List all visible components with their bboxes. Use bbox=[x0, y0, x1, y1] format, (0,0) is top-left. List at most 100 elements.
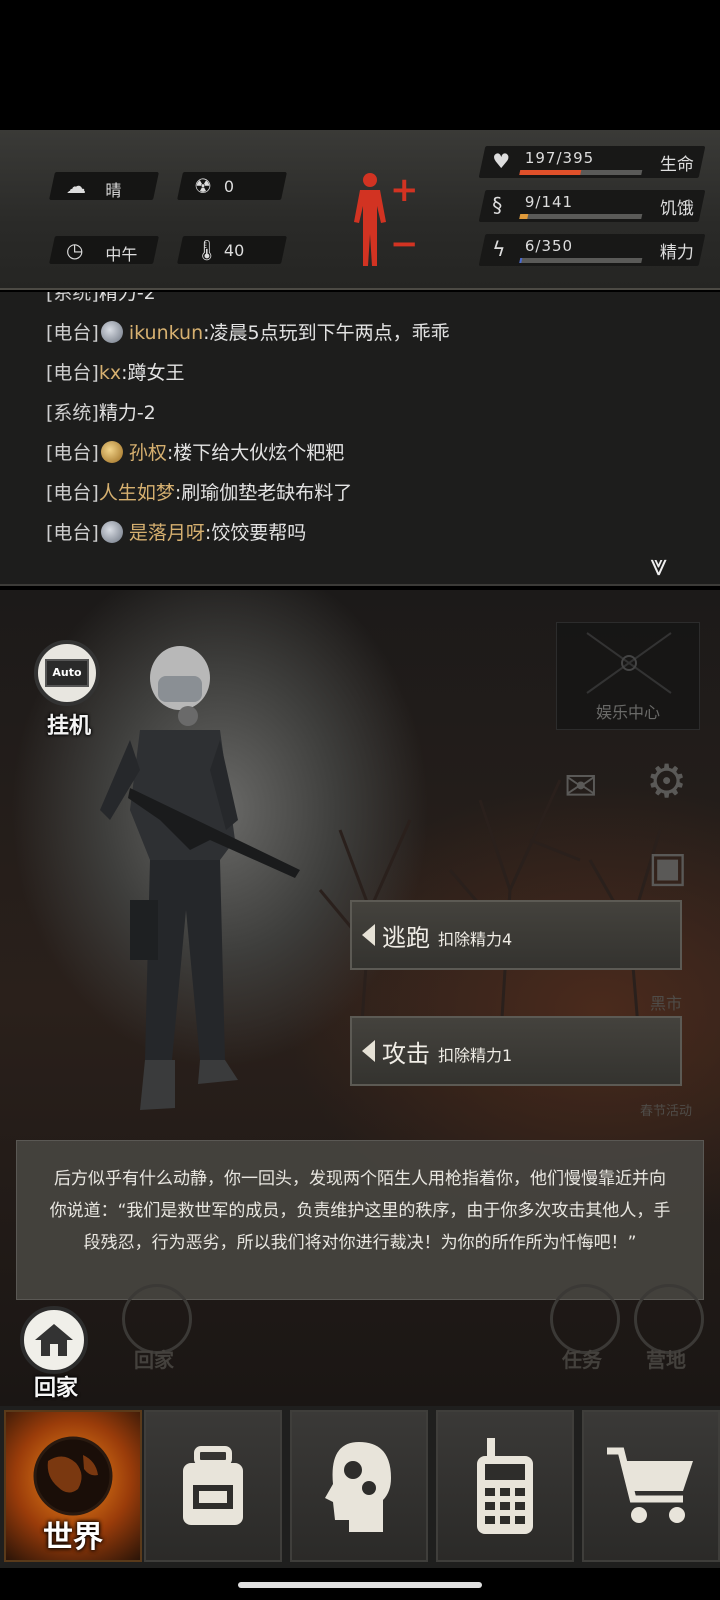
entertainment-label: 娱乐中心 bbox=[595, 703, 660, 722]
attack-button[interactable]: 攻击 扣除精力1 bbox=[350, 1016, 682, 1086]
chat-line: [电台]kx:蹲女王 bbox=[46, 358, 184, 385]
nav-backpack[interactable] bbox=[144, 1410, 282, 1562]
walkie-talkie-icon bbox=[477, 1438, 533, 1534]
stat-bar bbox=[519, 258, 643, 263]
ghost-task-label: 任务 bbox=[562, 1348, 602, 1372]
stat-fill bbox=[519, 258, 523, 263]
nav-skills[interactable] bbox=[290, 1410, 428, 1562]
chat-message: :蹲女王 bbox=[121, 362, 185, 384]
shopping-cart-icon bbox=[607, 1447, 693, 1523]
black-market-label[interactable]: 黑市 bbox=[650, 990, 682, 1014]
entertainment-icon bbox=[586, 632, 672, 694]
action-title: 逃跑 bbox=[382, 924, 430, 952]
nav-shop[interactable] bbox=[582, 1410, 720, 1562]
home-label: 回家 bbox=[33, 1376, 78, 1401]
stat-bar bbox=[519, 170, 643, 175]
heart-pulse-icon: ♥ bbox=[492, 149, 511, 173]
stat-bar bbox=[519, 214, 643, 219]
home-indicator-bar[interactable] bbox=[238, 1582, 482, 1588]
chat-message: :刷瑜伽垫老缺布料了 bbox=[174, 482, 353, 504]
auto-screen: Auto bbox=[45, 659, 89, 687]
ghost-camp-label: 营地 bbox=[646, 1348, 686, 1372]
go-home-button[interactable]: 回家 bbox=[20, 1306, 92, 1402]
chat-username[interactable]: 孙权 bbox=[129, 442, 167, 464]
plus-icon[interactable]: + bbox=[390, 170, 419, 210]
chat-tag: [电台] bbox=[46, 322, 99, 344]
entertainment-center-button[interactable]: 娱乐中心 bbox=[556, 622, 700, 730]
chat-message: :饺饺要帮吗 bbox=[204, 522, 307, 544]
weather-text: 晴 bbox=[105, 181, 122, 200]
nav-world-label: 世界 bbox=[43, 1520, 103, 1555]
minus-icon[interactable]: − bbox=[390, 224, 419, 264]
left-arrow-icon bbox=[362, 924, 375, 946]
action-cost: 扣除精力1 bbox=[438, 1046, 513, 1065]
silver-badge-icon bbox=[100, 321, 123, 343]
chat-line: [电台] 孙权:楼下给大伙炫个粑粑 bbox=[46, 438, 344, 465]
stat-name: 生命 bbox=[659, 155, 694, 175]
chat-username[interactable]: 是落月呀 bbox=[129, 522, 205, 544]
thermometer-icon: 🌡 bbox=[194, 238, 220, 262]
action-cost: 扣除精力4 bbox=[438, 930, 513, 949]
radiation-text: 0 bbox=[223, 177, 235, 196]
action-title: 攻击 bbox=[382, 1040, 430, 1068]
status-panel: ☁ 晴 ☢ 0 ◷ 中午 🌡 40 + − ♥ 197/395 生命 § 9/1… bbox=[0, 130, 720, 290]
chat-tag: [电台] bbox=[46, 482, 99, 504]
chat-line: [电台] 是落月呀:饺饺要帮吗 bbox=[46, 518, 306, 545]
stat-value: 197/395 bbox=[524, 149, 595, 167]
chat-tag: [电台] bbox=[46, 442, 99, 464]
chat-message: :凌晨5点玩到下午两点，乖乖 bbox=[203, 322, 450, 344]
stat-health: ♥ 197/395 生命 bbox=[478, 146, 706, 178]
temperature-box: 🌡 40 bbox=[177, 236, 287, 264]
chat-message: :楼下给大伙炫个粑粑 bbox=[166, 442, 345, 464]
spring-event-label[interactable]: 春节活动 bbox=[640, 1100, 692, 1119]
head-gears-icon bbox=[325, 1442, 391, 1532]
stat-name: 精力 bbox=[659, 243, 694, 263]
mail-icon[interactable]: ✉ bbox=[564, 764, 598, 810]
chat-message: 精力-2 bbox=[98, 292, 156, 304]
ghost-home-label: 回家 bbox=[134, 1348, 174, 1372]
stat-value: 6/350 bbox=[524, 237, 574, 255]
bottom-nav: 世界 bbox=[0, 1406, 720, 1568]
silver-badge-icon bbox=[100, 521, 123, 543]
house-icon bbox=[20, 1306, 88, 1374]
stat-hunger: § 9/141 饥饿 bbox=[478, 190, 706, 222]
chat-log[interactable]: [系统]精力-2 [电台] ikunkun:凌晨5点玩到下午两点，乖乖 [电台]kx:… bbox=[0, 292, 720, 586]
cloud-sun-icon: ☁ bbox=[66, 174, 86, 198]
stat-value: 9/141 bbox=[524, 193, 574, 211]
stomach-icon: § bbox=[492, 193, 503, 217]
chat-line: [系统]精力-2 bbox=[46, 292, 156, 305]
chat-username[interactable]: kx bbox=[99, 362, 121, 384]
chat-tag: [系统] bbox=[46, 292, 99, 304]
stat-energy: ϟ 6/350 精力 bbox=[478, 234, 706, 266]
chat-tag: [电台] bbox=[46, 362, 99, 384]
radiation-icon: ☢ bbox=[194, 174, 212, 198]
chat-username[interactable]: 人生如梦 bbox=[99, 482, 175, 504]
backpack-icon bbox=[183, 1446, 243, 1525]
nav-world[interactable]: 世界 bbox=[4, 1410, 142, 1562]
chat-line: [系统]精力-2 bbox=[46, 398, 156, 425]
energy-head-icon: ϟ bbox=[492, 237, 506, 261]
chat-tag: [系统] bbox=[46, 402, 99, 424]
flee-button[interactable]: 逃跑 扣除精力4 bbox=[350, 900, 682, 970]
gear-icon[interactable]: ⚙ bbox=[646, 754, 687, 808]
stat-fill bbox=[519, 214, 529, 219]
chat-username[interactable]: ikunkun bbox=[129, 322, 203, 344]
collapse-chevron-icon[interactable]: ⩔ bbox=[650, 548, 667, 583]
chat-message: 精力-2 bbox=[98, 402, 156, 424]
time-box: ◷ 中午 bbox=[49, 236, 159, 264]
radiation-box: ☢ 0 bbox=[177, 172, 287, 200]
stat-fill bbox=[519, 170, 582, 175]
gift-icon[interactable]: ▣ bbox=[648, 842, 688, 891]
time-text: 中午 bbox=[105, 245, 138, 264]
globe-icon bbox=[33, 1436, 113, 1516]
chat-tag: [电台] bbox=[46, 522, 99, 544]
nav-radio[interactable] bbox=[436, 1410, 574, 1562]
narrative-text: 后方似乎有什么动静，你一回头，发现两个陌生人用枪指着你，他们慢慢靠近并向你说道：… bbox=[49, 1169, 671, 1253]
weather-box: ☁ 晴 bbox=[49, 172, 159, 200]
stat-name: 饥饿 bbox=[659, 199, 694, 219]
clock-icon: ◷ bbox=[66, 238, 84, 262]
chat-line: [电台] ikunkun:凌晨5点玩到下午两点，乖乖 bbox=[46, 318, 450, 345]
left-arrow-icon bbox=[362, 1040, 375, 1062]
narrative-box: 后方似乎有什么动静，你一回头，发现两个陌生人用枪指着你，他们慢慢靠近并向你说道：… bbox=[16, 1140, 704, 1300]
player-soldier bbox=[100, 646, 300, 1110]
